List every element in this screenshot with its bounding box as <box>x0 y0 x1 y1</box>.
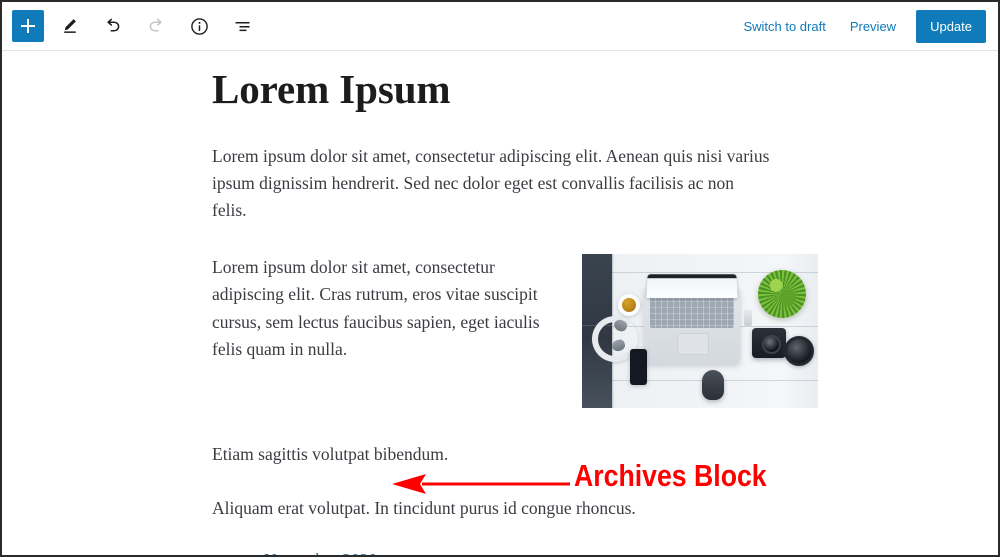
add-block-button[interactable] <box>12 10 44 42</box>
paragraph-block-sagittis[interactable]: Etiam sagittis volutpat bibendum. <box>212 441 808 468</box>
laptop-screen <box>646 274 738 299</box>
paragraph-block-aliquam[interactable]: Aliquam erat volutpat. In tincidunt puru… <box>212 495 808 522</box>
content-column: Lorem Ipsum Lorem ipsum dolor sit amet, … <box>212 52 818 555</box>
edit-pencil-icon[interactable] <box>53 9 87 43</box>
paragraph-block-wrapped[interactable]: Lorem ipsum dolor sit amet, consectetur … <box>212 254 542 363</box>
switch-to-draft-button[interactable]: Switch to draft <box>731 11 837 42</box>
toolbar-left-group <box>12 9 259 43</box>
desk-photo-image[interactable] <box>582 254 818 409</box>
info-icon[interactable] <box>182 9 216 43</box>
potted-plant <box>758 270 806 319</box>
redo-icon[interactable] <box>139 9 173 43</box>
archives-block[interactable]: November 2020 October 2020 <box>212 547 808 555</box>
toolbar-right-group: Switch to draft Preview Update <box>731 9 986 43</box>
smartphone <box>630 349 647 386</box>
archive-link-november[interactable]: November 2020 <box>264 550 377 555</box>
paragraph-block-intro[interactable]: Lorem ipsum dolor sit amet, consectetur … <box>212 143 772 224</box>
headphones <box>590 316 638 363</box>
archives-list: November 2020 October 2020 <box>240 547 808 555</box>
preview-button[interactable]: Preview <box>838 11 908 42</box>
usb-stick <box>744 310 752 327</box>
laptop-keyboard <box>650 296 734 329</box>
laptop-trackpad <box>677 333 709 356</box>
list-view-icon[interactable] <box>225 9 259 43</box>
camera <box>752 328 786 359</box>
undo-icon[interactable] <box>96 9 130 43</box>
media-and-text-block: Lorem ipsum dolor sit amet, consectetur … <box>212 254 818 414</box>
computer-mouse <box>702 370 724 401</box>
update-button[interactable]: Update <box>916 9 986 43</box>
page-title[interactable]: Lorem Ipsum <box>212 52 808 113</box>
editor-toolbar: Switch to draft Preview Update <box>2 2 998 51</box>
post-editor-canvas[interactable]: Lorem Ipsum Lorem ipsum dolor sit amet, … <box>2 52 998 555</box>
list-item: November 2020 <box>264 547 808 555</box>
browser-window: Switch to draft Preview Update Lorem Ips… <box>0 0 1000 557</box>
